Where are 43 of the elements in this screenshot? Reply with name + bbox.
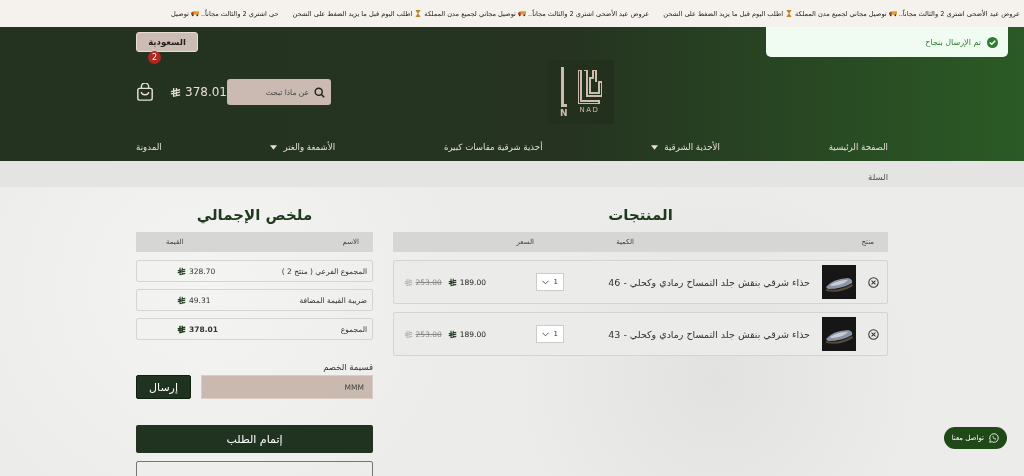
caret-icon <box>270 144 278 150</box>
logo-bar-icon <box>560 66 567 107</box>
section-title: المنتجات <box>607 205 674 226</box>
submit-button[interactable]: إرسال <box>136 375 191 399</box>
riyal-icon <box>170 86 181 98</box>
chevron-down-icon <box>542 331 549 337</box>
product-name[interactable]: حذاء شرقي بنقش جلد التمساح رمادي وكحلي - 43 <box>564 328 810 340</box>
cart-count-badge: 2 <box>148 51 161 64</box>
cart-total[interactable]: 378.01 <box>185 85 227 99</box>
riyal-icon <box>447 329 457 339</box>
chevron-down-icon <box>542 279 549 285</box>
logo-mark-icon <box>577 70 602 104</box>
nav-link[interactable]: أحذية شرقية مقاسات كبيرة <box>443 142 543 152</box>
riyal-icon <box>177 324 186 334</box>
coupon-label: قسيمة الخصم <box>322 362 373 372</box>
checkout-button[interactable]: إتمام الطلب <box>136 425 373 453</box>
check-circle-icon <box>987 36 998 48</box>
breadcrumb[interactable]: السلة <box>868 171 888 182</box>
search-icon[interactable] <box>314 86 325 98</box>
remove-icon[interactable] <box>868 276 879 288</box>
riyal-icon <box>177 266 186 276</box>
hourglass-icon <box>785 10 794 17</box>
logo-letter: N <box>560 108 568 118</box>
nav-link[interactable]: الصفحة الرئيسية <box>828 142 888 152</box>
caret-icon <box>651 144 659 150</box>
riyal-icon <box>403 277 413 287</box>
nav-link[interactable]: الأحذية الشرقية <box>651 142 720 152</box>
country-button[interactable]: السعودية <box>136 32 198 52</box>
truck-icon <box>888 10 897 17</box>
riyal-icon <box>177 295 186 305</box>
section-title: ملخص الإجمالي <box>195 205 314 226</box>
nav-link[interactable]: المدونة <box>136 142 162 152</box>
toast-message: تم الإرسال بنجاح <box>925 37 981 47</box>
nav-link[interactable]: الأشمغة والغتر <box>270 142 336 152</box>
truck-icon <box>517 10 526 17</box>
truck-icon <box>190 10 199 17</box>
remove-icon[interactable] <box>868 328 879 340</box>
product-name[interactable]: حذاء شرقي بنقش جلد التمساح رمادي وكحلي - 46 <box>564 276 810 288</box>
hourglass-icon <box>414 10 423 17</box>
whatsapp-icon <box>989 433 999 443</box>
riyal-icon <box>447 277 457 287</box>
shopping-bag-icon[interactable] <box>136 83 154 101</box>
riyal-icon <box>403 329 413 339</box>
